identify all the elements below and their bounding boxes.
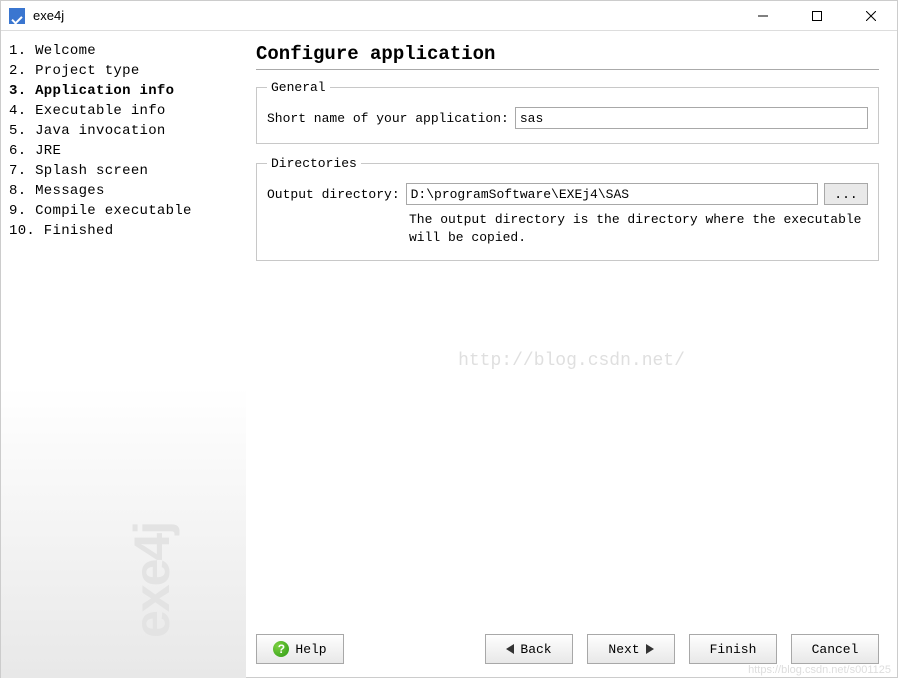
wizard-step-10[interactable]: 10. Finished — [9, 221, 238, 241]
next-button[interactable]: Next — [587, 634, 675, 664]
output-dir-input[interactable] — [406, 183, 818, 205]
directories-group: Directories Output directory: ... The ou… — [256, 156, 879, 261]
wizard-step-1[interactable]: 1. Welcome — [9, 41, 238, 61]
titlebar: exe4j — [1, 1, 897, 31]
next-button-label: Next — [608, 642, 639, 657]
short-name-input[interactable] — [515, 107, 868, 129]
wizard-step-9[interactable]: 9. Compile executable — [9, 201, 238, 221]
help-icon: ? — [273, 641, 289, 657]
wizard-step-8[interactable]: 8. Messages — [9, 181, 238, 201]
finish-button-label: Finish — [710, 642, 757, 657]
wizard-step-6[interactable]: 6. JRE — [9, 141, 238, 161]
short-name-label: Short name of your application: — [267, 111, 509, 126]
finish-button[interactable]: Finish — [689, 634, 777, 664]
help-button[interactable]: ? Help — [256, 634, 344, 664]
content-pane: Configure application General Short name… — [246, 31, 897, 678]
wizard-step-3[interactable]: 3. Application info — [9, 81, 238, 101]
brand-watermark: exe4j — [123, 523, 181, 638]
minimize-button[interactable] — [745, 2, 781, 30]
maximize-button[interactable] — [799, 2, 835, 30]
button-bar: ? Help Back Next Finish Cancel — [256, 626, 879, 668]
wizard-step-4[interactable]: 4. Executable info — [9, 101, 238, 121]
watermark-text: http://blog.csdn.net/ — [458, 351, 685, 371]
output-dir-label: Output directory: — [267, 187, 400, 202]
window-title: exe4j — [33, 8, 64, 23]
app-icon — [9, 8, 25, 24]
cancel-button-label: Cancel — [812, 642, 859, 657]
wizard-step-2[interactable]: 2. Project type — [9, 61, 238, 81]
directories-legend: Directories — [267, 156, 361, 171]
help-button-label: Help — [295, 642, 326, 657]
next-arrow-icon — [646, 644, 654, 654]
back-button-label: Back — [520, 642, 551, 657]
divider — [256, 69, 879, 70]
browse-button[interactable]: ... — [824, 183, 868, 205]
close-button[interactable] — [853, 2, 889, 30]
page-title: Configure application — [256, 43, 879, 65]
wizard-step-5[interactable]: 5. Java invocation — [9, 121, 238, 141]
output-dir-help: The output directory is the directory wh… — [409, 211, 868, 246]
general-group: General Short name of your application: — [256, 80, 879, 144]
window-controls — [745, 2, 889, 30]
back-arrow-icon — [506, 644, 514, 654]
cancel-button[interactable]: Cancel — [791, 634, 879, 664]
wizard-step-7[interactable]: 7. Splash screen — [9, 161, 238, 181]
back-button[interactable]: Back — [485, 634, 573, 664]
general-legend: General — [267, 80, 330, 95]
wizard-sidebar: 1. Welcome2. Project type3. Application … — [1, 31, 246, 678]
